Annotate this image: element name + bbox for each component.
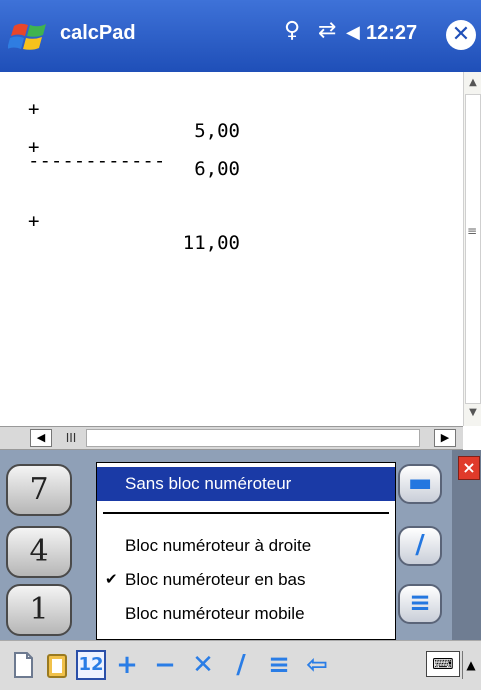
plus-icon[interactable]: + xyxy=(112,650,142,680)
windows-start-icon[interactable] xyxy=(8,20,52,54)
vertical-scrollbar[interactable]: ▲ ≡ ▼ xyxy=(463,72,481,426)
keypad-mode-menu: Sans bloc numéroteur Bloc numéroteur à d… xyxy=(96,462,396,640)
clock[interactable]: 12:27 xyxy=(366,22,417,45)
equals-key[interactable]: ≡ xyxy=(398,584,442,624)
horizontal-scroll-thumb[interactable]: III xyxy=(58,429,84,447)
equals-icon[interactable]: ≡ xyxy=(264,650,294,680)
checkmark-icon: ✔ xyxy=(105,571,118,588)
divide-icon[interactable]: / xyxy=(226,650,256,680)
backspace-icon[interactable]: ⇦ xyxy=(302,650,332,680)
scroll-down-icon[interactable]: ▼ xyxy=(464,404,481,422)
menu-item-keypad-mobile[interactable]: Bloc numéroteur mobile xyxy=(97,597,395,631)
new-document-icon[interactable] xyxy=(8,650,38,680)
menu-item-label: Bloc numéroteur à droite xyxy=(125,536,312,555)
key-7[interactable]: 7 xyxy=(6,464,72,516)
title-bar: calcPad ♀ ⇄ ◀ 12:27 ✕ xyxy=(0,0,481,72)
bottom-toolbar: 12 + − ✕ / ≡ ⇦ ⌨ ▲ xyxy=(0,640,481,690)
vertical-scroll-thumb[interactable] xyxy=(465,94,481,404)
minus-key[interactable]: ▬ xyxy=(398,464,442,504)
separator-line: ------------ xyxy=(28,150,166,172)
menu-item-no-keypad[interactable]: Sans bloc numéroteur xyxy=(97,467,395,501)
clipboard-icon[interactable] xyxy=(42,650,72,680)
keyboard-icon[interactable]: ⌨ xyxy=(426,651,460,677)
keypad-close-icon[interactable]: × xyxy=(458,456,480,480)
menu-item-keypad-bottom[interactable]: ✔ Bloc numéroteur en bas xyxy=(97,563,395,597)
minus-icon[interactable]: − xyxy=(150,650,180,680)
horizontal-scroll-track[interactable] xyxy=(86,429,420,447)
calc-document[interactable]: + 5,00 + 6,00 ------------ + 11,00 xyxy=(0,72,463,426)
calc-line: + 11,00 xyxy=(28,188,240,276)
divide-key[interactable]: / xyxy=(398,526,442,566)
close-icon[interactable]: ✕ xyxy=(446,20,476,50)
line-operator: + xyxy=(28,210,40,232)
menu-separator xyxy=(103,512,389,514)
horizontal-scrollbar[interactable]: ◀ III ▶ xyxy=(0,426,463,450)
menu-item-label: Bloc numéroteur mobile xyxy=(125,604,305,623)
scroll-grip-icon: ≡ xyxy=(467,224,478,238)
antenna-icon[interactable]: ♀ xyxy=(284,18,300,43)
key-1[interactable]: 1 xyxy=(6,584,72,636)
volume-icon[interactable]: ◀ xyxy=(346,22,360,43)
menu-item-keypad-right[interactable]: Bloc numéroteur à droite xyxy=(97,529,395,563)
app-title: calcPad xyxy=(60,22,136,44)
scroll-right-icon[interactable]: ▶ xyxy=(434,429,456,447)
scroll-left-icon[interactable]: ◀ xyxy=(30,429,52,447)
key-4[interactable]: 4 xyxy=(6,526,72,578)
connectivity-icon[interactable]: ⇄ xyxy=(318,18,336,43)
keypad-toggle-icon[interactable]: 12 xyxy=(76,650,106,680)
line-value: 6,00 xyxy=(194,158,240,180)
menu-item-label: Bloc numéroteur en bas xyxy=(125,570,306,589)
menu-item-label: Sans bloc numéroteur xyxy=(125,474,292,493)
line-value: 11,00 xyxy=(182,232,240,254)
multiply-icon[interactable]: ✕ xyxy=(188,650,218,680)
scroll-up-icon[interactable]: ▲ xyxy=(464,74,481,92)
input-menu-arrow-icon[interactable]: ▲ xyxy=(462,651,479,679)
